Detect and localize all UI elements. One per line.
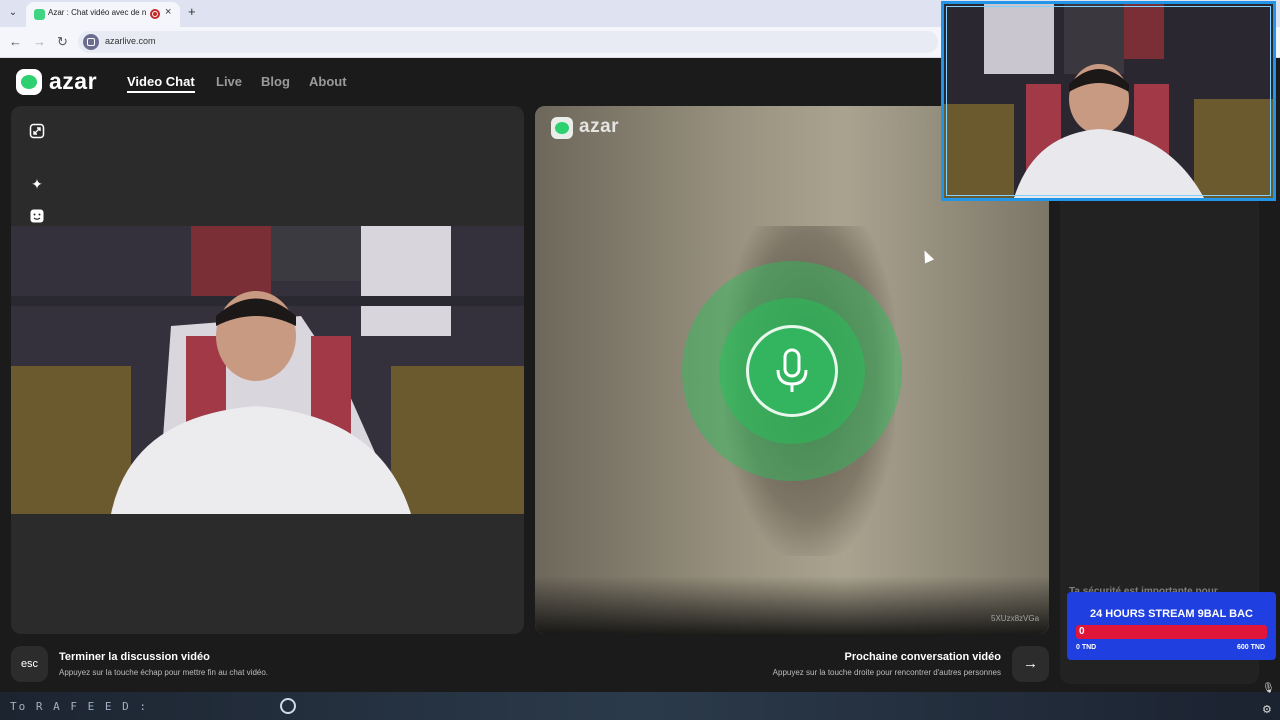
logo-text: azar xyxy=(49,68,98,94)
ticker-text: To R A F E E D : xyxy=(10,700,148,713)
microphone-icon xyxy=(776,348,808,392)
stream-goal-min: 0 TND xyxy=(1076,644,1097,651)
watermark-text: azar xyxy=(579,116,620,137)
next-chat-button[interactable]: → xyxy=(1012,646,1049,682)
nav-video-chat[interactable]: Video Chat xyxy=(127,74,195,93)
forward-arrow-icon[interactable]: → xyxy=(33,34,46,49)
next-chat-subtitle: Appuyez sur la touche droite pour rencon… xyxy=(772,668,1001,677)
url-field[interactable]: azarlive.com xyxy=(78,31,938,53)
self-video-panel: ✦ xyxy=(11,106,524,634)
sparkle-icon[interactable]: ✦ xyxy=(27,174,47,194)
expand-icon[interactable] xyxy=(27,123,47,143)
azar-logo-icon xyxy=(16,69,42,95)
tray-settings-icon: ⚙ xyxy=(1262,704,1272,716)
streamer-webcam-overlay xyxy=(941,1,1276,201)
stream-goal-max: 600 TND xyxy=(1237,644,1266,651)
tab-list-chevron-icon[interactable]: ⌄ xyxy=(6,6,20,20)
site-info-icon[interactable] xyxy=(83,34,99,50)
stream-ticker: To R A F E E D : xyxy=(0,692,1280,720)
ticker-badge-icon xyxy=(280,698,296,714)
reload-icon[interactable]: ↻ xyxy=(57,34,68,50)
nav-blog[interactable]: Blog xyxy=(261,74,290,89)
tray-microphone-icon: 🎙 xyxy=(1262,683,1275,694)
arrow-right-icon: → xyxy=(1023,655,1038,672)
stream-goal-progress-bar: 0 xyxy=(1076,625,1267,639)
microphone-button[interactable] xyxy=(746,325,838,417)
browser-tab[interactable]: Azar : Chat vidéo avec de n × xyxy=(26,2,180,27)
azar-favicon-icon xyxy=(34,9,45,20)
self-camera-feed xyxy=(11,226,524,514)
nav-live[interactable]: Live xyxy=(216,74,242,89)
new-tab-button[interactable]: + xyxy=(188,4,196,19)
recording-indicator-icon xyxy=(150,9,160,19)
tab-close-icon[interactable]: × xyxy=(165,6,171,18)
stream-goal-current: 0 xyxy=(1079,626,1085,637)
back-arrow-icon[interactable]: ← xyxy=(9,34,22,49)
stream-goal-widget: 24 HOURS STREAM 9BAL BAC 0 0 TND 600 TND xyxy=(1067,592,1276,660)
next-chat-title: Prochaine conversation vidéo xyxy=(844,651,1002,663)
end-chat-title: Terminer la discussion vidéo xyxy=(59,651,210,663)
stream-goal-title: 24 HOURS STREAM 9BAL BAC xyxy=(1090,608,1253,620)
remote-user-id: 5XUzx8zVGa xyxy=(991,614,1040,623)
tab-title: Azar : Chat vidéo avec de n xyxy=(48,8,147,17)
url-text: azarlive.com xyxy=(105,36,156,46)
end-chat-button[interactable]: esc xyxy=(11,646,48,682)
remote-feed-shade xyxy=(535,576,1049,634)
nav-about[interactable]: About xyxy=(309,74,347,89)
end-chat-subtitle: Appuyez sur la touche échap pour mettre … xyxy=(59,668,269,677)
face-icon[interactable] xyxy=(27,208,47,228)
azar-watermark-icon xyxy=(551,117,573,139)
